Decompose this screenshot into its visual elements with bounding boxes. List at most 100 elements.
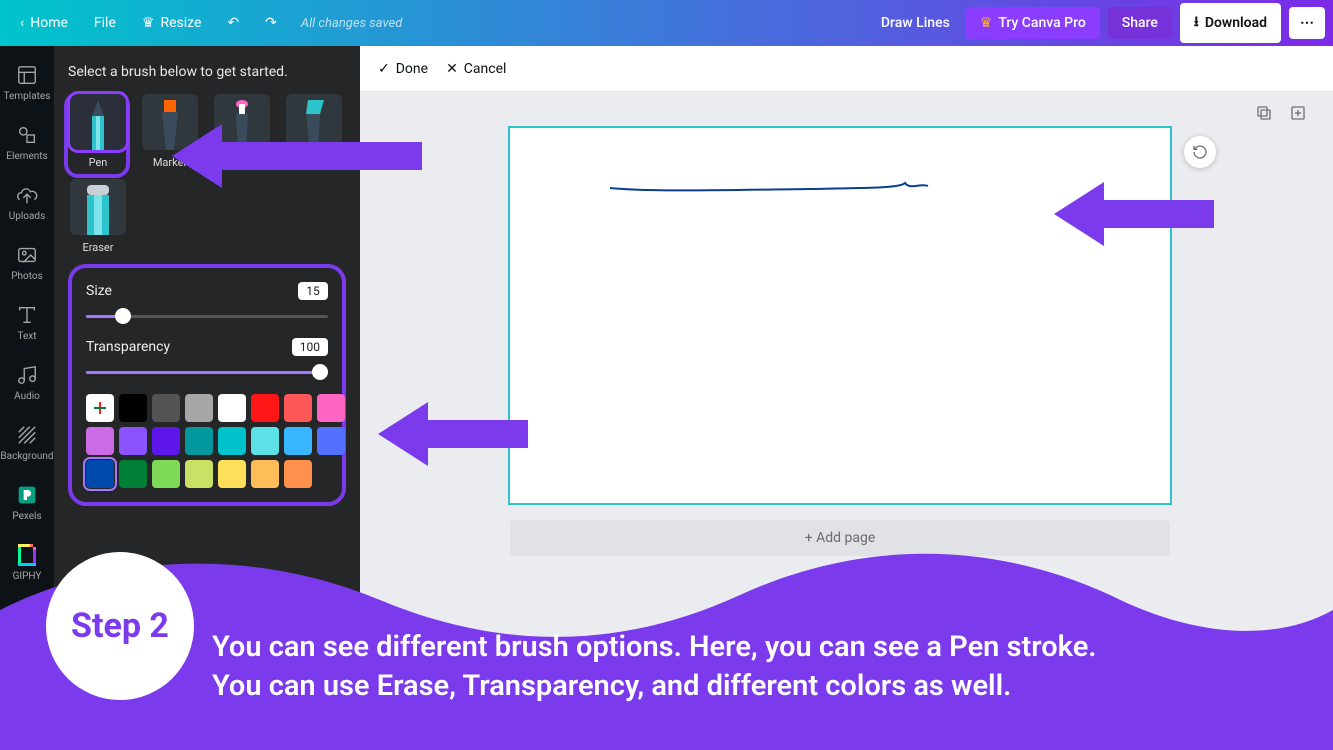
color-swatch[interactable] — [317, 394, 345, 422]
color-swatch[interactable] — [185, 394, 213, 422]
add-color-button[interactable] — [86, 394, 114, 422]
color-swatch[interactable] — [284, 394, 312, 422]
crown-icon: ♛ — [980, 15, 993, 31]
resize-button[interactable]: ♛ Resize — [130, 7, 214, 39]
color-swatch[interactable] — [284, 427, 312, 455]
color-swatch[interactable] — [317, 427, 345, 455]
step-badge: Step 2 — [46, 552, 194, 700]
color-swatch[interactable] — [185, 427, 213, 455]
redo-button[interactable]: ↷ — [253, 7, 289, 39]
panel-title: Select a brush below to get started. — [68, 64, 346, 80]
rail-audio[interactable]: Audio — [0, 352, 54, 412]
undo-icon: ↶ — [227, 15, 239, 31]
more-icon: ⋯ — [1300, 15, 1314, 31]
rail-label: Photos — [11, 271, 43, 282]
color-swatch[interactable] — [251, 427, 279, 455]
share-button[interactable]: Share — [1108, 7, 1172, 39]
main-area: Templates Elements Uploads Photos Text A… — [0, 46, 1333, 750]
brush-eraser[interactable]: Eraser — [68, 179, 128, 254]
rail-photos[interactable]: Photos — [0, 232, 54, 292]
rotate-handle[interactable] — [1184, 136, 1216, 168]
giphy-icon — [15, 543, 39, 567]
resize-label: Resize — [160, 15, 201, 31]
color-swatch[interactable] — [152, 394, 180, 422]
close-icon: ✕ — [446, 61, 458, 77]
size-value[interactable]: 15 — [298, 282, 328, 300]
cancel-label: Cancel — [464, 61, 507, 77]
color-swatch[interactable] — [218, 394, 246, 422]
color-swatch[interactable] — [251, 394, 279, 422]
crown-icon: ♛ — [142, 15, 155, 31]
chevron-left-icon: ‹ — [20, 15, 24, 31]
color-swatch[interactable] — [86, 427, 114, 455]
color-swatch[interactable] — [119, 427, 147, 455]
document-title[interactable]: Draw Lines — [881, 15, 950, 31]
done-button[interactable]: ✓ Done — [378, 61, 428, 77]
add-page-button[interactable]: + Add page — [510, 520, 1170, 556]
rail-text[interactable]: Text — [0, 292, 54, 352]
redo-icon: ↷ — [265, 15, 277, 31]
more-button[interactable]: ⋯ — [1289, 7, 1325, 39]
color-swatch[interactable] — [218, 460, 246, 488]
rail-label: Elements — [6, 151, 47, 162]
photos-icon — [15, 243, 39, 267]
eraser-icon — [70, 179, 126, 235]
download-icon: ⭳ — [1194, 11, 1199, 35]
home-button[interactable]: ‹ Home — [8, 7, 80, 39]
uploads-icon — [15, 183, 39, 207]
add-page-label: + Add page — [805, 530, 876, 546]
color-swatch[interactable] — [152, 427, 180, 455]
rail-background[interactable]: Background — [0, 412, 54, 472]
duplicate-page-icon[interactable] — [1255, 104, 1273, 126]
color-swatch[interactable] — [119, 460, 147, 488]
undo-button[interactable]: ↶ — [215, 7, 251, 39]
size-slider[interactable] — [86, 306, 328, 326]
rail-uploads[interactable]: Uploads — [0, 172, 54, 232]
rail-giphy[interactable]: GIPHY — [0, 532, 54, 592]
topbar-left: ‹ Home File ♛ Resize ↶ ↷ All changes sav… — [8, 7, 402, 39]
rail-label: Uploads — [9, 211, 45, 222]
try-pro-button[interactable]: ♛ Try Canva Pro — [966, 7, 1100, 39]
slider-thumb[interactable] — [312, 364, 328, 380]
download-button[interactable]: ⭳ Download — [1180, 3, 1281, 43]
color-swatch[interactable] — [284, 460, 312, 488]
rail-elements[interactable]: Elements — [0, 112, 54, 172]
file-label: File — [94, 15, 116, 31]
rail-label: Templates — [4, 91, 51, 102]
download-label: Download — [1205, 15, 1267, 31]
step-label: Step 2 — [71, 606, 169, 646]
draw-action-bar: ✓ Done ✕ Cancel — [360, 46, 1333, 92]
background-icon — [15, 423, 39, 447]
cancel-button[interactable]: ✕ Cancel — [446, 61, 506, 77]
rail-label: Pexels — [12, 511, 41, 522]
color-swatch[interactable] — [119, 394, 147, 422]
slider-thumb[interactable] — [115, 308, 131, 324]
new-page-icon[interactable] — [1289, 104, 1307, 126]
color-swatch[interactable] — [152, 460, 180, 488]
transparency-slider[interactable] — [86, 362, 328, 382]
rail-templates[interactable]: Templates — [0, 52, 54, 112]
rail-label: Text — [17, 331, 36, 342]
elements-icon — [15, 123, 39, 147]
size-label: Size — [86, 283, 112, 299]
rail-label: GIPHY — [13, 571, 42, 582]
topbar-right: Draw Lines ♛ Try Canva Pro Share ⭳ Downl… — [881, 3, 1325, 43]
transparency-value[interactable]: 100 — [292, 338, 328, 356]
pexels-icon — [15, 483, 39, 507]
color-swatch[interactable] — [251, 460, 279, 488]
check-icon: ✓ — [378, 61, 390, 77]
share-label: Share — [1122, 15, 1158, 31]
save-status: All changes saved — [301, 16, 402, 31]
color-swatch[interactable] — [185, 460, 213, 488]
color-swatch[interactable] — [218, 427, 246, 455]
transparency-row: Transparency 100 — [86, 338, 328, 356]
page-actions — [1255, 104, 1307, 126]
brush-controls: Size 15 Transparency 100 — [68, 264, 346, 506]
rail-pexels[interactable]: Pexels — [0, 472, 54, 532]
templates-icon — [15, 63, 39, 87]
home-label: Home — [30, 15, 68, 31]
color-swatches — [86, 394, 328, 488]
annotation-arrow-3 — [1054, 174, 1224, 254]
color-swatch-selected[interactable] — [86, 460, 114, 488]
file-button[interactable]: File — [82, 7, 128, 39]
